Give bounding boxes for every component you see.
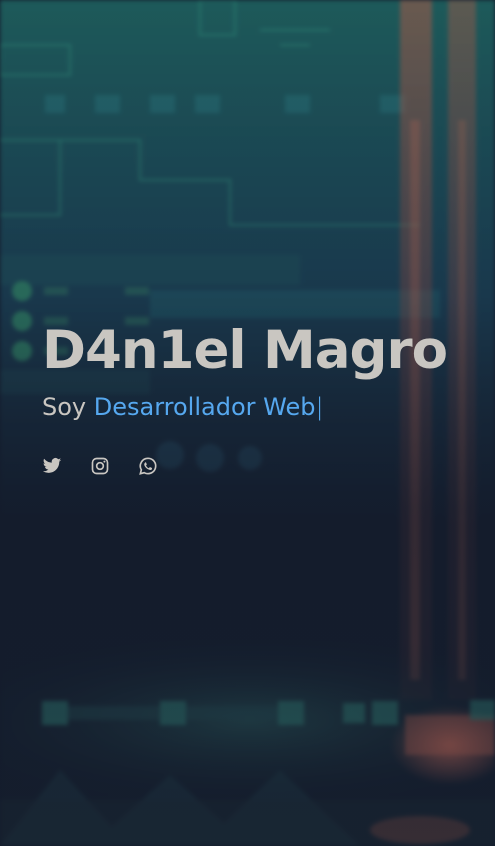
whatsapp-icon	[139, 457, 157, 475]
instagram-icon	[91, 457, 109, 475]
instagram-link[interactable]	[90, 456, 110, 476]
twitter-link[interactable]	[42, 456, 62, 476]
typing-cursor: |	[315, 393, 324, 421]
subtitle-prefix: Soy	[42, 393, 94, 421]
whatsapp-link[interactable]	[138, 456, 158, 476]
hero-subtitle: Soy Desarrollador Web|	[42, 392, 482, 422]
twitter-icon	[42, 458, 62, 473]
social-links	[42, 456, 482, 476]
hero-title: D4n1el Magro	[42, 320, 448, 381]
hero-section: D4n1el Magro Soy Desarrollador Web|	[0, 0, 495, 846]
hero-content: D4n1el Magro Soy Desarrollador Web|	[42, 318, 482, 476]
typed-role-text: Desarrollador Web	[93, 393, 316, 421]
